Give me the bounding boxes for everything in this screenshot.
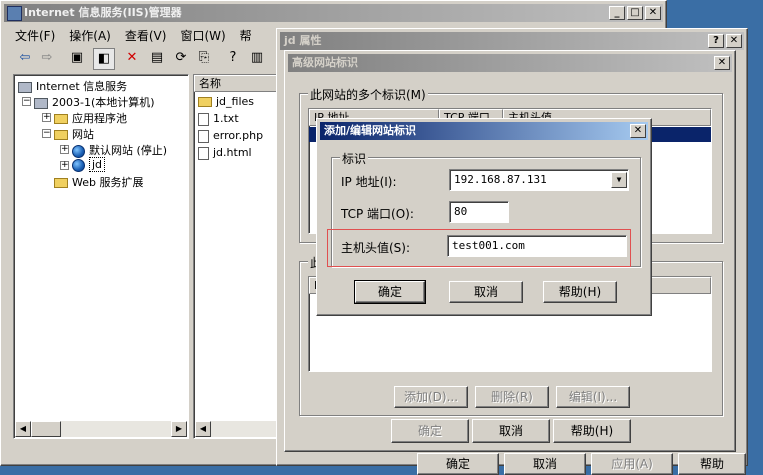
php-file-icon	[198, 129, 209, 143]
back-icon[interactable]: ⇦	[15, 48, 35, 68]
scroll-left-icon[interactable]: ◀	[15, 421, 31, 437]
files-hscrollbar[interactable]: ◀	[195, 421, 281, 437]
advanced-ok-button[interactable]: 确定	[391, 419, 469, 443]
folder-icon	[54, 114, 68, 124]
edit-close-button[interactable]: ✕	[630, 124, 646, 138]
globe-icon	[72, 144, 85, 158]
props-apply-button[interactable]: 应用(A)	[591, 453, 673, 475]
ip-address-select[interactable]: 192.168.87.131 ▼	[449, 169, 629, 191]
props-help-bottom-button[interactable]: 帮助	[678, 453, 746, 475]
scroll-right-icon[interactable]: ▶	[171, 421, 187, 437]
port-label: TCP 端口(O):	[341, 207, 414, 221]
tree-jd-site[interactable]: jd	[72, 157, 106, 172]
tree-pane: Internet 信息服务 − 2003-1(本地计算机) + 应用程序池 − …	[13, 74, 189, 439]
advanced-title: 高级网站标识	[292, 56, 358, 69]
edit-title: 添加/编辑网站标识	[324, 124, 417, 137]
edit-titlebar[interactable]: 添加/编辑网站标识 ✕	[320, 122, 648, 140]
properties-icon[interactable]: ▤	[147, 48, 167, 68]
expand-apppool-icon[interactable]: +	[42, 113, 51, 122]
expand-default-site-icon[interactable]: +	[60, 145, 69, 154]
edit-identity-dialog: 添加/编辑网站标识 ✕ 标识 IP 地址(I): 192.168.87.131 …	[316, 118, 652, 316]
identities-group-label: 此网站的多个标识(M)	[308, 86, 428, 103]
props-cancel-button[interactable]: 取消	[504, 453, 586, 475]
column-header-name[interactable]: 名称	[194, 75, 282, 92]
props-titlebar[interactable]: jd 属性 ? ✕	[280, 32, 744, 50]
tree-apppool[interactable]: 应用程序池	[54, 110, 127, 126]
props-ok-button[interactable]: 确定	[417, 453, 499, 475]
identity-group-label: 标识	[340, 150, 369, 167]
tree-default-site[interactable]: 默认网站 (停止)	[72, 142, 167, 158]
forward-icon[interactable]: ⇨	[37, 48, 57, 68]
edit-button[interactable]: 编辑(I)...	[556, 386, 630, 408]
up-folder-icon[interactable]: ▣	[67, 48, 87, 68]
file-item[interactable]: error.php	[198, 129, 263, 143]
file-list-pane: 名称 jd_files 1.txt error.php jd.html ◀	[193, 74, 283, 439]
expand-server-icon[interactable]: −	[22, 97, 31, 106]
show-tree-icon[interactable]: ◧	[93, 48, 115, 70]
tree-webext[interactable]: Web 服务扩展	[54, 174, 143, 190]
remove-button[interactable]: 删除(R)	[475, 386, 549, 408]
edit-cancel-button[interactable]: 取消	[449, 281, 523, 303]
export-icon[interactable]: ⎘	[194, 48, 214, 68]
console-icon[interactable]: ▥	[247, 48, 267, 68]
expand-sites-icon[interactable]: −	[42, 129, 51, 138]
menu-window[interactable]: 窗口(W)	[180, 27, 225, 44]
menu-help[interactable]: 帮	[240, 27, 252, 44]
file-item[interactable]: jd_files	[198, 95, 254, 108]
tree-sites[interactable]: 网站	[54, 126, 94, 142]
host-header-label: 主机头值(S):	[341, 241, 411, 255]
refresh-icon[interactable]: ⟳	[171, 48, 191, 68]
folder-open-icon	[54, 130, 68, 140]
delete-icon[interactable]: ✕	[122, 48, 142, 68]
edit-ok-button[interactable]: 确定	[354, 280, 426, 304]
menu-view[interactable]: 查看(V)	[125, 27, 167, 44]
server-icon	[34, 97, 48, 109]
advanced-close-button[interactable]: ✕	[714, 56, 730, 70]
dropdown-arrow-icon[interactable]: ▼	[611, 172, 627, 188]
props-title: jd 属性	[284, 34, 322, 47]
tree-root[interactable]: Internet 信息服务	[18, 78, 127, 94]
text-file-icon	[198, 112, 209, 126]
menu-file[interactable]: 文件(F)	[15, 27, 55, 44]
globe-icon	[72, 158, 85, 172]
scroll-left-icon[interactable]: ◀	[195, 421, 211, 437]
minimize-button[interactable]: _	[609, 6, 625, 20]
advanced-titlebar[interactable]: 高级网站标识 ✕	[288, 54, 732, 72]
close-button[interactable]: ✕	[645, 6, 661, 20]
host-header-input[interactable]: test001.com	[447, 235, 627, 257]
iis-titlebar[interactable]: Internet 信息服务(IIS)管理器 _ □ ✕	[4, 4, 663, 22]
maximize-button[interactable]: □	[627, 6, 643, 20]
tcp-port-input[interactable]: 80	[449, 201, 509, 223]
edit-help-button[interactable]: 帮助(H)	[543, 281, 617, 303]
props-help-button[interactable]: ?	[708, 34, 724, 48]
folder-icon	[54, 178, 68, 188]
props-close-button[interactable]: ✕	[726, 34, 742, 48]
menu-action[interactable]: 操作(A)	[69, 27, 111, 44]
advanced-help-button[interactable]: 帮助(H)	[553, 419, 631, 443]
advanced-cancel-button[interactable]: 取消	[472, 419, 550, 443]
file-item[interactable]: jd.html	[198, 146, 252, 160]
html-file-icon	[198, 146, 209, 160]
file-item[interactable]: 1.txt	[198, 112, 239, 126]
add-button[interactable]: 添加(D)...	[394, 386, 468, 408]
tree-hscrollbar[interactable]: ◀ ▶	[15, 421, 187, 437]
iis-title: Internet 信息服务(IIS)管理器	[24, 6, 182, 19]
folder-icon	[198, 97, 212, 107]
ip-label: IP 地址(I):	[341, 175, 397, 189]
expand-jd-site-icon[interactable]: +	[60, 161, 69, 170]
iis-root-icon	[18, 81, 32, 93]
tree-server[interactable]: 2003-1(本地计算机)	[34, 94, 155, 110]
help-icon[interactable]: ?	[223, 48, 243, 68]
scroll-thumb[interactable]	[31, 421, 61, 437]
iis-app-icon	[7, 6, 22, 21]
